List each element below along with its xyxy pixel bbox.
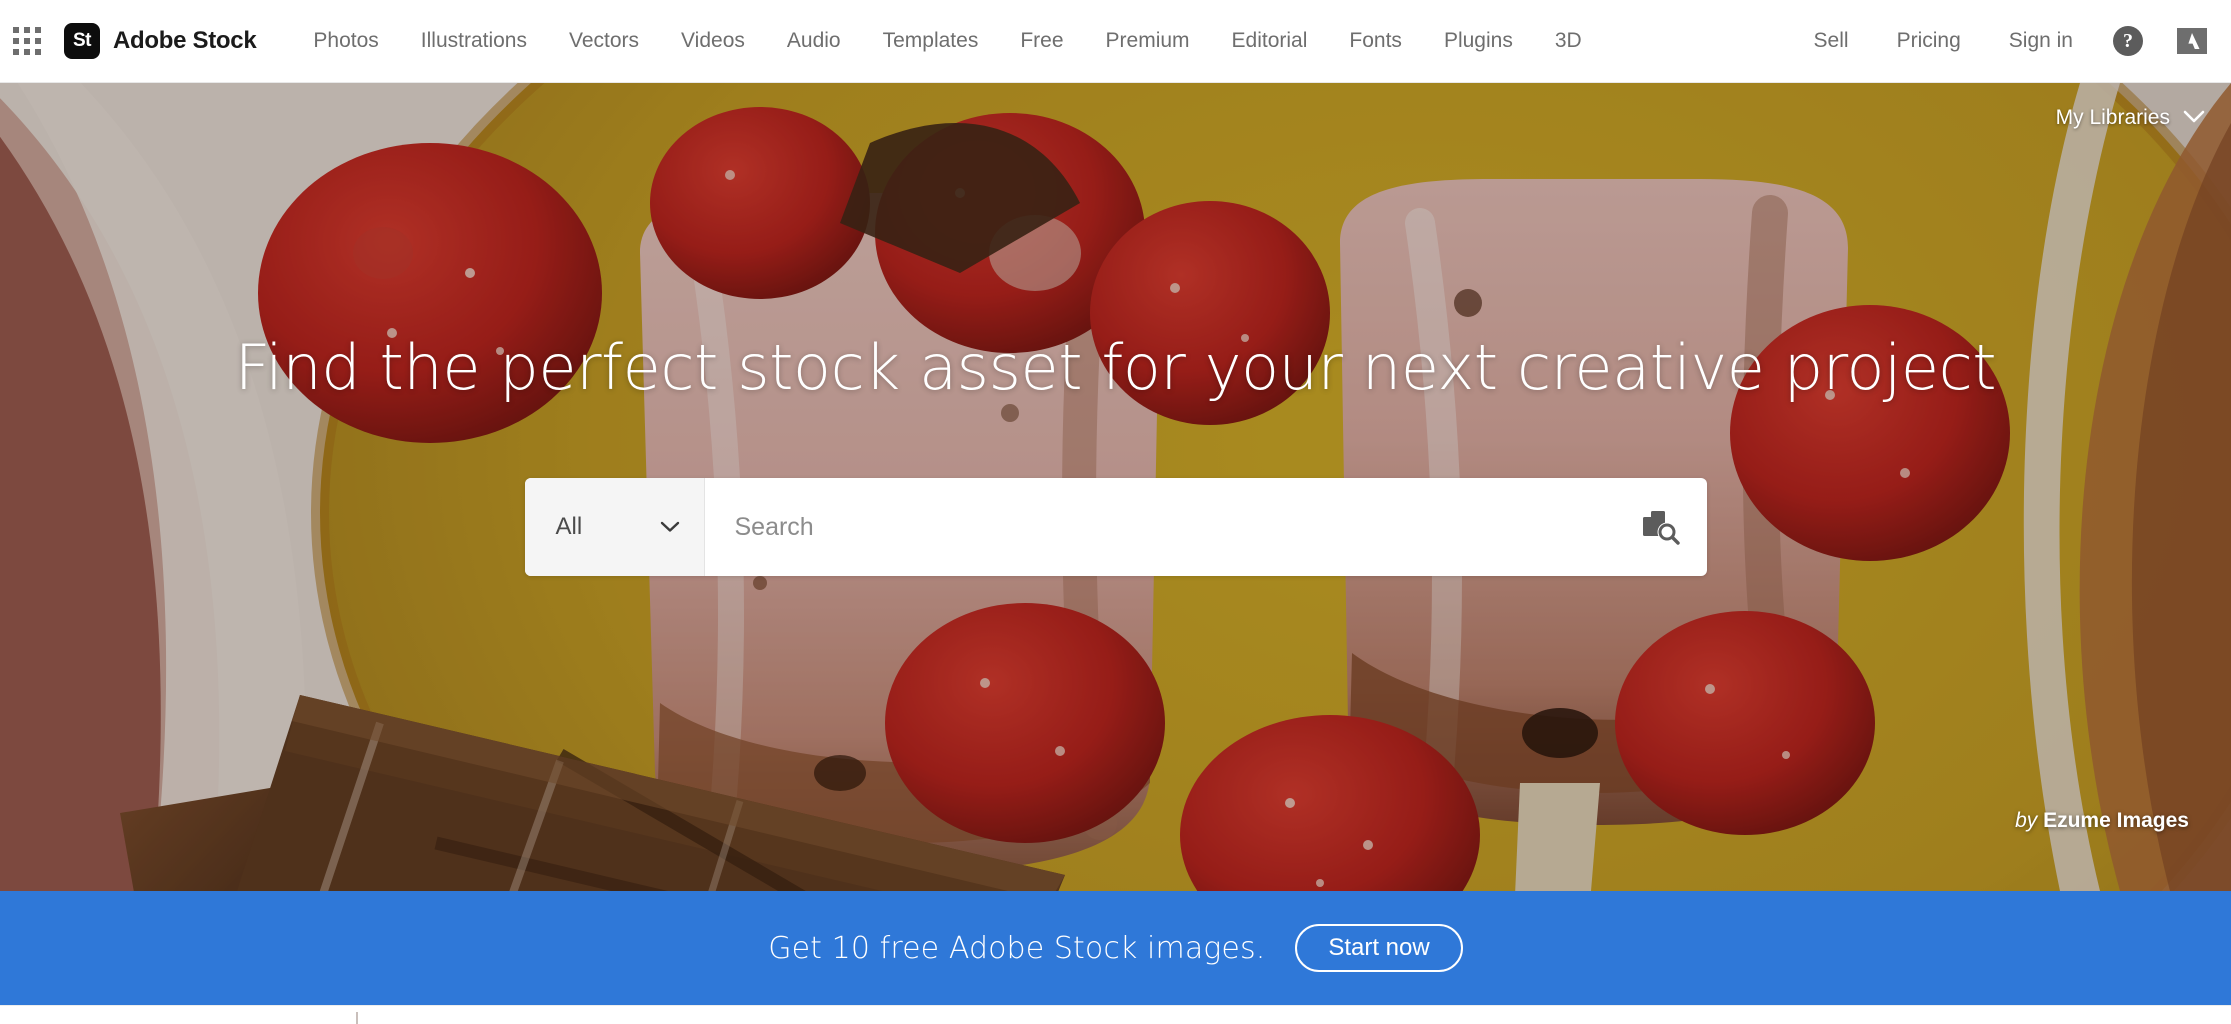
nav-item-audio[interactable]: Audio: [766, 26, 862, 56]
adobe-logo-icon[interactable]: [2175, 24, 2209, 58]
nav-item-free[interactable]: Free: [999, 26, 1084, 56]
brand-name: Adobe Stock: [113, 27, 257, 54]
search-scope-select[interactable]: All: [524, 478, 705, 576]
brand-logo-link[interactable]: St Adobe Stock: [64, 23, 257, 59]
my-libraries-button[interactable]: My Libraries: [2056, 106, 2205, 130]
nav-item-templates[interactable]: Templates: [862, 26, 1000, 56]
pricing-link[interactable]: Pricing: [1873, 26, 1985, 56]
attribution-prefix: by: [2015, 809, 2038, 832]
header-right-actions: Sell Pricing Sign in ?: [1790, 24, 2231, 58]
nav-item-premium[interactable]: Premium: [1085, 26, 1211, 56]
start-now-button[interactable]: Start now: [1295, 924, 1463, 972]
app-grid-icon[interactable]: [12, 26, 42, 56]
hero-section: My Libraries Find the perfect stock asse…: [0, 83, 2231, 891]
visual-search-icon[interactable]: [1615, 478, 1707, 576]
global-header: St Adobe Stock Photos Illustrations Vect…: [0, 0, 2231, 83]
nav-item-vectors[interactable]: Vectors: [548, 26, 660, 56]
search-input[interactable]: [704, 478, 1615, 576]
adobe-stock-home-page: St Adobe Stock Photos Illustrations Vect…: [0, 0, 2231, 1024]
main-navigation: Photos Illustrations Vectors Videos Audi…: [292, 26, 1602, 56]
attribution-author[interactable]: Ezume Images: [2043, 809, 2189, 832]
below-fold-strip: [0, 1005, 2231, 1024]
nav-item-fonts[interactable]: Fonts: [1328, 26, 1423, 56]
sign-in-link[interactable]: Sign in: [1985, 26, 2097, 56]
my-libraries-label: My Libraries: [2055, 106, 2170, 129]
help-icon[interactable]: ?: [2113, 26, 2143, 56]
promo-banner-text: Get 10 free Adobe Stock images.: [768, 930, 1266, 966]
nav-item-3d[interactable]: 3D: [1534, 26, 1603, 56]
nav-item-videos[interactable]: Videos: [660, 26, 766, 56]
content-divider: [356, 1012, 358, 1024]
nav-item-plugins[interactable]: Plugins: [1423, 26, 1534, 56]
promo-banner: Get 10 free Adobe Stock images. Start no…: [0, 891, 2231, 1005]
nav-item-photos[interactable]: Photos: [292, 26, 399, 56]
page-title: Find the perfect stock asset for your ne…: [234, 331, 1997, 404]
search-scope-value: All: [555, 513, 583, 540]
chevron-down-icon: [2183, 106, 2205, 130]
hero-content: Find the perfect stock asset for your ne…: [0, 83, 2231, 891]
sell-link[interactable]: Sell: [1790, 26, 1873, 56]
photo-attribution: by Ezume Images: [2015, 809, 2189, 833]
search-bar: All: [524, 478, 1707, 576]
chevron-down-icon: [660, 519, 680, 536]
nav-item-editorial[interactable]: Editorial: [1211, 26, 1329, 56]
nav-item-illustrations[interactable]: Illustrations: [400, 26, 548, 56]
adobe-stock-mark-icon: St: [64, 23, 100, 59]
